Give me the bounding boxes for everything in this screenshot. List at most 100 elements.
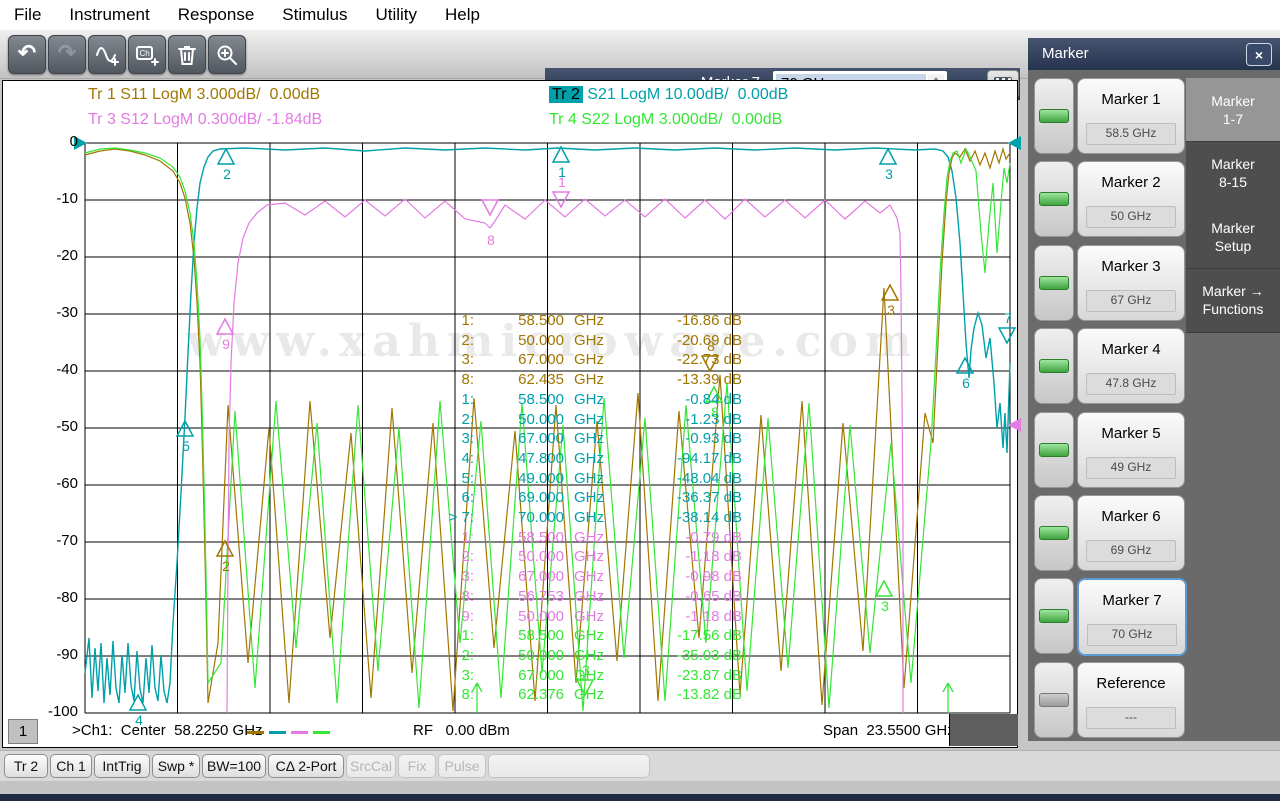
marker-readout-row: 2:50.000GHz-1.23 dB <box>432 410 742 430</box>
menu-bar: FileInstrumentResponseStimulusUtilityHel… <box>0 0 1280 30</box>
status-button-swp[interactable]: Swp * <box>152 754 200 778</box>
marker-3-toggle[interactable] <box>1034 245 1074 321</box>
marker-5-toggle[interactable] <box>1034 412 1074 488</box>
marker-button-value: 70 GHz <box>1087 624 1177 646</box>
marker-glyph-8 <box>482 200 498 215</box>
svg-text:2: 2 <box>223 166 231 182</box>
trace-legend-tr-2[interactable]: Tr 2 S21 LogM 10.00dB/ 0.00dB <box>549 86 788 104</box>
svg-text:3: 3 <box>885 166 893 182</box>
undo-button[interactable]: ↶ <box>8 35 46 74</box>
tab-marker-8-15[interactable]: Marker8-15 <box>1186 142 1280 206</box>
status-button-c-2-port[interactable]: CΔ 2-Port <box>268 754 344 778</box>
marker-3-button[interactable]: Marker 367 GHz <box>1077 245 1185 321</box>
marker-readout-row: 1:58.500GHz-16.86 dB <box>432 311 742 331</box>
marker-readout-row: 3:67.000GHz-23.87 dB <box>432 666 742 686</box>
add-trace-button[interactable] <box>88 35 126 74</box>
marker-readout-row: 2:50.000GHz-1.18 dB <box>432 547 742 567</box>
reference-toggle[interactable] <box>1034 662 1074 738</box>
marker-4-button[interactable]: Marker 447.8 GHz <box>1077 328 1185 404</box>
delete-trace-button[interactable] <box>168 35 206 74</box>
span-label: Span 23.5500 GHz <box>823 722 955 739</box>
y-axis-label: -100 <box>40 703 78 720</box>
marker-4-toggle[interactable] <box>1034 328 1074 404</box>
tab-marker-functions[interactable]: Marker →Functions <box>1186 269 1280 333</box>
rf-power-label: RF 0.00 dBm <box>413 722 510 739</box>
tab-marker-1-7[interactable]: Marker1-7 <box>1186 78 1280 142</box>
redo-icon: ↷ <box>58 40 76 66</box>
trace-params: S11 LogM 3.000dB/ 0.00dB <box>116 86 320 103</box>
menu-item-help[interactable]: Help <box>431 5 494 25</box>
status-button-fix[interactable]: Fix <box>398 754 436 778</box>
bottom-edge <box>0 794 1280 801</box>
marker-readout-row: 6:69.000GHz-36.37 dB <box>432 488 742 508</box>
channel-tab[interactable]: 1 <box>8 719 38 744</box>
marker-readout-row: 3:67.000GHz-0.98 dB <box>432 567 742 587</box>
add-channel-icon: Ch <box>135 43 159 67</box>
menu-item-utility[interactable]: Utility <box>361 5 431 25</box>
redo-button[interactable]: ↷ <box>48 35 86 74</box>
zoom-button[interactable] <box>208 35 246 74</box>
led-indicator-green <box>1039 109 1069 123</box>
marker-2-button[interactable]: Marker 250 GHz <box>1077 161 1185 237</box>
status-button-ch-1[interactable]: Ch 1 <box>50 754 92 778</box>
status-button-tr-2[interactable]: Tr 2 <box>4 754 48 778</box>
trace-legend-tr-4[interactable]: Tr 4 S22 LogM 3.000dB/ 0.00dB <box>549 111 782 129</box>
reference-button[interactable]: Reference--- <box>1077 662 1185 738</box>
trace-params: S22 LogM 3.000dB/ 0.00dB <box>577 111 782 128</box>
add-channel-button[interactable]: Ch <box>128 35 166 74</box>
zoom-icon <box>215 43 239 67</box>
marker-button-value: 58.5 GHz <box>1086 123 1176 145</box>
menu-item-response[interactable]: Response <box>164 5 269 25</box>
trace-legend-tr-1[interactable]: Tr 1 S11 LogM 3.000dB/ 0.00dB <box>88 86 320 104</box>
svg-text:2: 2 <box>222 558 230 574</box>
marker-readout-row: 5:49.000GHz-48.04 dB <box>432 469 742 489</box>
menu-item-stimulus[interactable]: Stimulus <box>268 5 361 25</box>
marker-6-button[interactable]: Marker 669 GHz <box>1077 495 1185 571</box>
svg-text:Ch: Ch <box>140 49 150 58</box>
marker-button-label: Reference <box>1078 675 1184 692</box>
marker-readout-row: 4:47.800GHz-94.17 dB <box>432 449 742 469</box>
y-axis-label: -10 <box>40 190 78 207</box>
svg-text:9: 9 <box>222 336 230 352</box>
marker-6-toggle[interactable] <box>1034 495 1074 571</box>
marker-7-button[interactable]: Marker 770 GHz <box>1077 578 1187 656</box>
marker-button-label: Marker 3 <box>1078 258 1184 275</box>
marker-button-value: 49 GHz <box>1086 457 1176 479</box>
marker-1-toggle[interactable] <box>1034 78 1074 154</box>
marker-button-label: Marker 4 <box>1078 341 1184 358</box>
menu-item-instrument[interactable]: Instrument <box>55 5 163 25</box>
marker-button-label: Marker 1 <box>1078 91 1184 108</box>
svg-text:5: 5 <box>182 438 190 454</box>
marker-glyph-1 <box>553 147 569 162</box>
status-button-pulse[interactable]: Pulse <box>438 754 486 778</box>
marker-readout-row: 3:67.000GHz-0.93 dB <box>432 429 742 449</box>
status-button-inttrig[interactable]: IntTrig <box>94 754 150 778</box>
marker-readout-row: > 7:70.000GHz-38.14 dB <box>432 508 742 528</box>
marker-readout-row: 1:58.500GHz-0.79 dB <box>432 528 742 548</box>
marker-readout-row: 1:58.500GHz-17.56 dB <box>432 626 742 646</box>
trace-color-dash <box>247 731 264 734</box>
marker-7-toggle[interactable] <box>1034 578 1074 654</box>
marker-5-button[interactable]: Marker 549 GHz <box>1077 412 1185 488</box>
status-button-srccal[interactable]: SrcCal <box>346 754 396 778</box>
close-icon[interactable]: × <box>1246 43 1272 66</box>
marker-1-button[interactable]: Marker 1 58.5 GHz <box>1077 78 1185 154</box>
marker-2-toggle[interactable] <box>1034 161 1074 237</box>
trace-id-tr-1: Tr 1 <box>88 86 116 103</box>
led-indicator-gray <box>1039 693 1069 707</box>
trace-color-dash <box>291 731 308 734</box>
marker-readout-row: 8:62.435GHz-13.39 dB <box>432 370 742 390</box>
marker-glyph-2 <box>217 541 233 556</box>
marker-readout-row: 1:58.500GHz-0.84 dB <box>432 390 742 410</box>
led-indicator-green <box>1039 359 1069 373</box>
tab-marker-setup[interactable]: MarkerSetup <box>1186 205 1280 269</box>
menu-item-file[interactable]: File <box>0 5 55 25</box>
marker-glyph-3 <box>880 149 896 164</box>
status-button-bw-100[interactable]: BW=100 <box>202 754 266 778</box>
trace-legend-tr-3[interactable]: Tr 3 S12 LogM 0.300dB/ -1.84dB <box>88 111 322 129</box>
y-axis-label: -90 <box>40 646 78 663</box>
marker-button-value: 50 GHz <box>1086 206 1176 228</box>
marker-readout-row: 2:50.000GHz-35.03 dB <box>432 646 742 666</box>
status-button-blank[interactable] <box>488 754 650 778</box>
y-axis-label: -20 <box>40 247 78 264</box>
